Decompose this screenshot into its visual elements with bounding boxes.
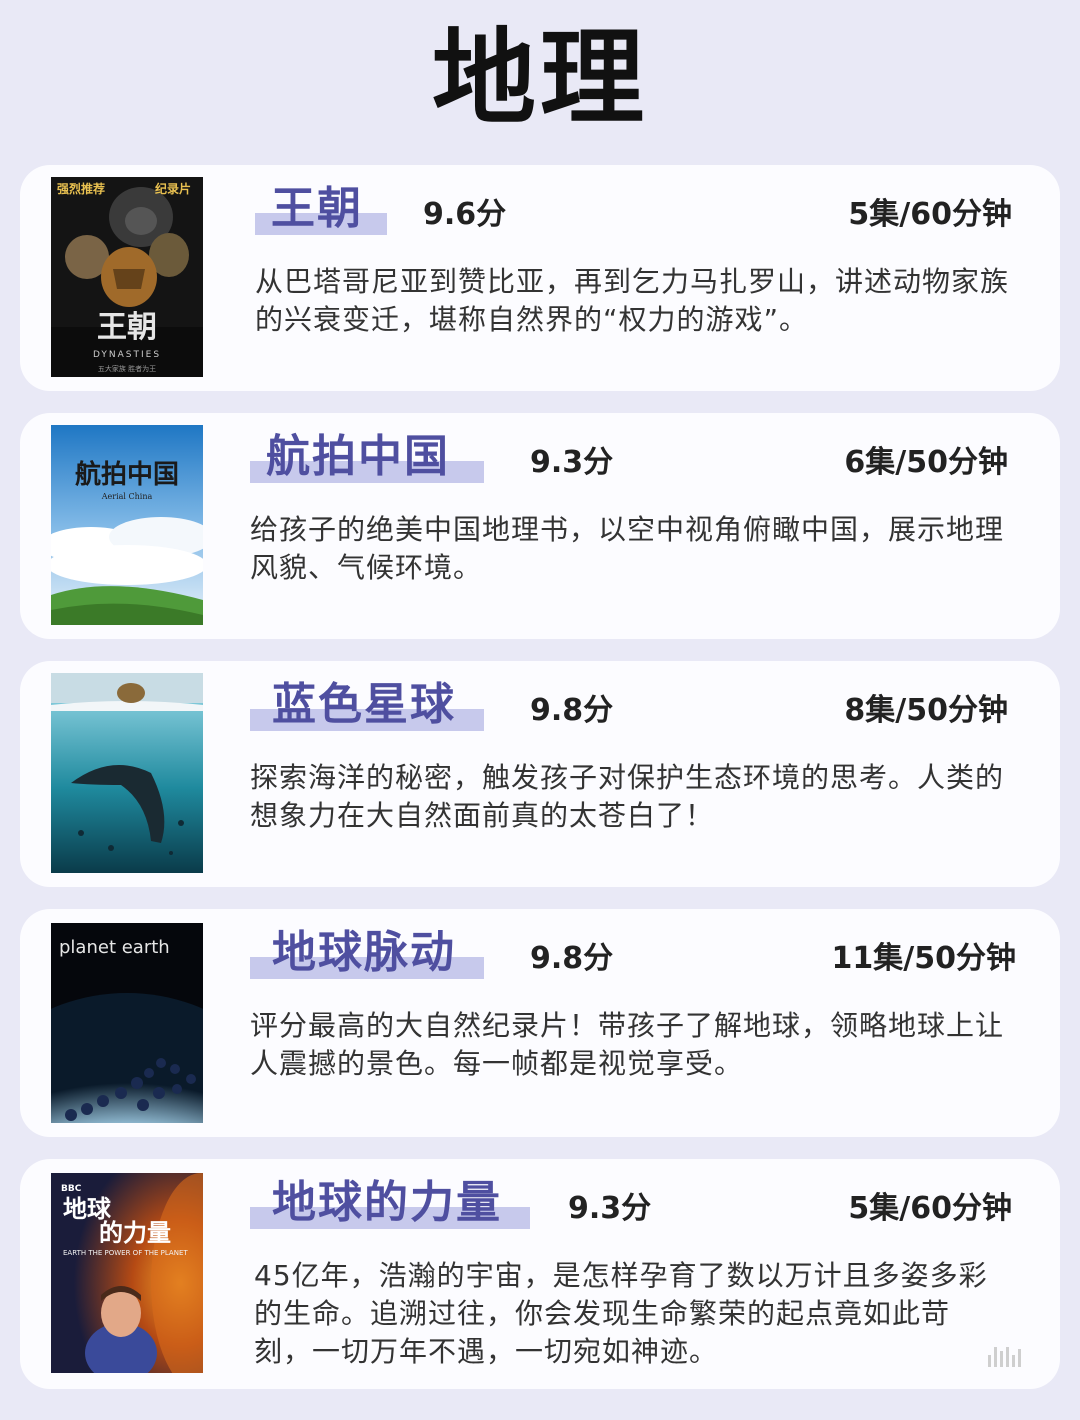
- rating: 9.3分: [530, 445, 614, 480]
- poster-title-line2: 的力量: [99, 1219, 171, 1247]
- episodes-duration: 11集/50分钟: [831, 941, 1016, 976]
- poster-top-left: 强烈推荐: [57, 181, 105, 196]
- documentary-card-earth-power[interactable]: BBC 地球 的力量 EARTH THE POWER OF THE PLANET…: [20, 1159, 1060, 1389]
- documentary-title: 王朝: [271, 183, 363, 234]
- title-block: 王朝: [255, 179, 387, 239]
- episodes-duration: 8集/50分钟: [844, 693, 1008, 728]
- description: 评分最高的大自然纪录片！带孩子了解地球，领略地球上让人震撼的景色。每一帧都是视觉…: [250, 1009, 1005, 1080]
- description: 从巴塔哥尼亚到赞比亚，再到乞力马扎罗山，讲述动物家族的兴衰变迁，堪称自然界的“权…: [255, 265, 1010, 336]
- rating: 9.6分: [423, 197, 507, 232]
- poster-image[interactable]: 航拍中国 Aerial China: [51, 425, 203, 625]
- documentary-card-planet-earth[interactable]: planet earth 地球脉动 9.8分 11集/50分钟 评分最高的大自然…: [20, 909, 1060, 1137]
- poster-image[interactable]: [51, 673, 203, 873]
- rating: 9.3分: [568, 1191, 652, 1226]
- documentary-title: 地球的力量: [272, 1177, 502, 1228]
- title-block: 蓝色星球: [250, 675, 484, 735]
- documentary-card-aerial-china[interactable]: 航拍中国 Aerial China 航拍中国 9.3分 6集/50分钟 给孩子的…: [20, 413, 1060, 639]
- documentary-card-dynasties[interactable]: 强烈推荐 纪录片 王朝 DYNASTIES 五大家族 胜者为王 王朝 9.6分 …: [20, 165, 1060, 391]
- rating: 9.8分: [530, 693, 614, 728]
- episodes-duration: 5集/60分钟: [848, 1191, 1012, 1226]
- documentary-title: 蓝色星球: [272, 679, 456, 730]
- title-block: 航拍中国: [250, 427, 484, 487]
- poster-top-right: 纪录片: [155, 181, 191, 196]
- documentary-title: 航拍中国: [266, 431, 450, 482]
- description: 探索海洋的秘密，触发孩子对保护生态环境的思考。人类的想象力在大自然面前真的太苍白…: [250, 761, 1005, 832]
- poster-title: 航拍中国: [75, 459, 179, 490]
- description: 给孩子的绝美中国地理书，以空中视角俯瞰中国，展示地理风貌、气候环境。: [250, 513, 1005, 584]
- poster-image[interactable]: planet earth: [51, 923, 203, 1123]
- rating: 9.8分: [530, 941, 614, 976]
- poster-title: 王朝: [97, 310, 157, 345]
- poster-image[interactable]: 强烈推荐 纪录片 王朝 DYNASTIES 五大家族 胜者为王: [51, 177, 203, 377]
- watermark-icon: [988, 1347, 1032, 1367]
- poster-network: BBC: [61, 1184, 82, 1194]
- description: 45亿年，浩瀚的宇宙，是怎样孕育了数以万计且多姿多彩的生命。追溯过往，你会发现生…: [254, 1259, 988, 1368]
- documentary-title: 地球脉动: [272, 927, 456, 978]
- title-block: 地球的力量: [250, 1173, 530, 1233]
- poster-subtitle: Aerial China: [101, 492, 153, 501]
- poster-tagline: 五大家族 胜者为王: [98, 364, 156, 373]
- poster-image[interactable]: BBC 地球 的力量 EARTH THE POWER OF THE PLANET: [51, 1173, 203, 1373]
- poster-subtitle: EARTH THE POWER OF THE PLANET: [63, 1249, 188, 1257]
- page-title: 地理: [431, 17, 648, 139]
- poster-title: planet earth: [59, 937, 170, 958]
- title-block: 地球脉动: [250, 923, 484, 983]
- documentary-card-blue-planet[interactable]: 蓝色星球 9.8分 8集/50分钟 探索海洋的秘密，触发孩子对保护生态环境的思考…: [20, 661, 1060, 887]
- episodes-duration: 5集/60分钟: [848, 197, 1012, 232]
- episodes-duration: 6集/50分钟: [844, 445, 1008, 480]
- poster-subtitle: DYNASTIES: [93, 350, 161, 360]
